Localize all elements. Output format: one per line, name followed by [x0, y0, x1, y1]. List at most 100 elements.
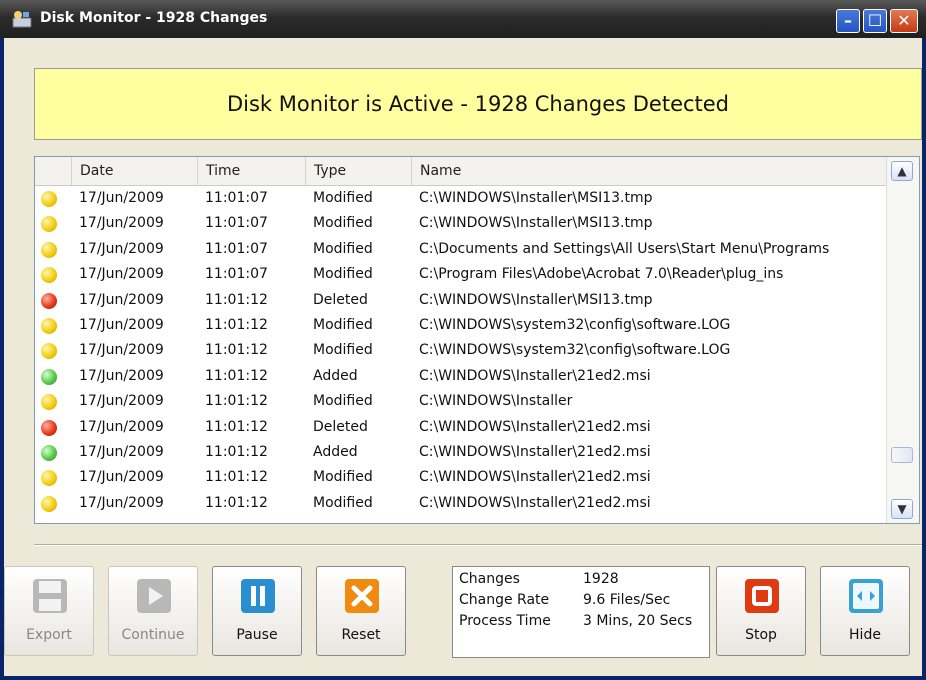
- cell-type: Modified: [313, 240, 373, 257]
- stat-time-value: 3 Mins, 20 Secs: [583, 613, 693, 629]
- cell-date: 17/Jun/2009: [79, 342, 164, 359]
- stat-changes-value: 1928: [583, 571, 619, 587]
- cell-type: Modified: [313, 494, 373, 511]
- cell-time: 11:01:07: [205, 215, 268, 232]
- modified-status-icon: [41, 191, 57, 207]
- cell-time: 11:01:12: [205, 342, 268, 359]
- reset-button[interactable]: Reset: [316, 566, 406, 656]
- cell-time: 11:01:12: [205, 393, 268, 410]
- list-rows: 17/Jun/2009 11:01:07 Modified C:\WINDOWS\In…: [35, 186, 887, 516]
- cell-date: 17/Jun/2009: [79, 469, 164, 486]
- close-button[interactable]: ✕: [890, 9, 918, 33]
- separator: [34, 544, 922, 546]
- pause-button[interactable]: Pause: [212, 566, 302, 656]
- reset-x-icon: [345, 579, 379, 613]
- cell-name: C:\WINDOWS\Installer\21ed2.msi: [419, 443, 651, 460]
- cell-type: Modified: [313, 316, 373, 333]
- cell-date: 17/Jun/2009: [79, 291, 164, 308]
- scroll-thumb[interactable]: [891, 447, 913, 463]
- play-icon: [137, 579, 171, 613]
- export-label: Export: [26, 627, 72, 643]
- cell-name: C:\Program Files\Adobe\Acrobat 7.0\Reade…: [419, 266, 784, 283]
- cell-name: C:\WINDOWS\Installer\MSI13.tmp: [419, 291, 653, 308]
- table-row[interactable]: 17/Jun/2009 11:01:07 Modified C:\WINDOWS\In…: [35, 186, 887, 211]
- stop-button[interactable]: Stop: [716, 566, 806, 656]
- table-row[interactable]: 17/Jun/2009 11:01:12 Added C:\WINDOWS\Insta…: [35, 440, 887, 465]
- modified-status-icon: [41, 216, 57, 233]
- scroll-up-button[interactable]: ▲: [891, 161, 913, 181]
- window-frame-right: [922, 38, 926, 680]
- stat-rate-label: Change Rate: [459, 592, 550, 608]
- table-row[interactable]: 17/Jun/2009 11:01:12 Modified C:\WINDOWS\sy…: [35, 338, 887, 363]
- stat-changes-label: Changes: [459, 571, 520, 587]
- close-icon: ✕: [897, 11, 911, 30]
- table-row[interactable]: 17/Jun/2009 11:01:07 Modified C:\Program Fi…: [35, 262, 887, 287]
- title-bar[interactable]: Disk Monitor - 1928 Changes – ☐ ✕: [0, 0, 926, 38]
- column-header-type[interactable]: Type: [305, 157, 411, 185]
- floppy-disk-icon: [33, 579, 67, 613]
- deleted-status-icon: [41, 292, 57, 309]
- scroll-down-button[interactable]: ▼: [891, 499, 913, 519]
- column-header-name[interactable]: Name: [411, 157, 887, 185]
- cell-type: Deleted: [313, 418, 368, 435]
- continue-button[interactable]: Continue: [108, 566, 198, 656]
- cell-date: 17/Jun/2009: [79, 215, 164, 232]
- modified-status-icon: [41, 317, 57, 334]
- cell-name: C:\WINDOWS\Installer\21ed2.msi: [419, 469, 651, 486]
- cell-time: 11:01:12: [205, 291, 268, 308]
- export-button[interactable]: Export: [4, 566, 94, 656]
- pause-icon: [241, 579, 275, 613]
- deleted-status-icon: [41, 419, 57, 436]
- cell-name: C:\WINDOWS\Installer\21ed2.msi: [419, 494, 651, 511]
- cell-date: 17/Jun/2009: [79, 367, 164, 384]
- maximize-button[interactable]: ☐: [863, 9, 887, 33]
- vertical-scrollbar[interactable]: ▲ ▼: [886, 157, 919, 523]
- modified-status-icon: [41, 495, 57, 512]
- client-area: Disk Monitor is Active - 1928 Changes De…: [4, 38, 922, 676]
- reset-label: Reset: [341, 627, 381, 643]
- table-row[interactable]: 17/Jun/2009 11:01:12 Deleted C:\WINDOWS\Ins…: [35, 288, 887, 313]
- cell-type: Modified: [313, 469, 373, 486]
- stat-time-label: Process Time: [459, 613, 551, 629]
- cell-type: Modified: [313, 393, 373, 410]
- continue-label: Continue: [121, 627, 185, 643]
- cell-date: 17/Jun/2009: [79, 393, 164, 410]
- added-status-icon: [41, 444, 57, 461]
- column-header-time[interactable]: Time: [197, 157, 305, 185]
- column-header-status[interactable]: [35, 157, 71, 185]
- window-title: Disk Monitor - 1928 Changes: [40, 10, 268, 26]
- cell-name: C:\WINDOWS\Installer\21ed2.msi: [419, 367, 651, 384]
- table-row[interactable]: 17/Jun/2009 11:01:07 Modified C:\WINDOWS\In…: [35, 211, 887, 236]
- stop-icon: [745, 579, 779, 613]
- table-row[interactable]: 17/Jun/2009 11:01:12 Modified C:\WINDOWS\In…: [35, 465, 887, 490]
- table-row[interactable]: 17/Jun/2009 11:01:12 Modified C:\WINDOWS\sy…: [35, 313, 887, 338]
- cell-type: Deleted: [313, 291, 368, 308]
- cell-name: C:\WINDOWS\Installer\MSI13.tmp: [419, 215, 653, 232]
- cell-name: C:\WINDOWS\system32\config\software.LOG: [419, 316, 731, 333]
- table-row[interactable]: 17/Jun/2009 11:01:07 Modified C:\Documents …: [35, 237, 887, 262]
- chevron-up-icon: ▲: [897, 164, 907, 178]
- minimize-button[interactable]: –: [836, 9, 860, 33]
- changes-list[interactable]: Date Time Type Name 17/Jun/2009 11:01:07 M…: [34, 156, 920, 524]
- cell-time: 11:01:12: [205, 469, 268, 486]
- cell-date: 17/Jun/2009: [79, 494, 164, 511]
- cell-name: C:\WINDOWS\Installer: [419, 393, 573, 410]
- table-row[interactable]: 17/Jun/2009 11:01:12 Modified C:\WINDOWS\In…: [35, 389, 887, 414]
- cell-time: 11:01:12: [205, 316, 268, 333]
- cell-time: 11:01:12: [205, 418, 268, 435]
- disk-monitor-window: Disk Monitor - 1928 Changes – ☐ ✕ Disk M…: [0, 0, 926, 680]
- cell-type: Modified: [313, 190, 373, 206]
- cell-time: 11:01:12: [205, 494, 268, 511]
- column-header-date[interactable]: Date: [71, 157, 197, 185]
- cell-name: C:\WINDOWS\system32\config\software.LOG: [419, 342, 731, 359]
- chevron-down-icon: ▼: [897, 502, 907, 516]
- modified-status-icon: [41, 267, 57, 284]
- table-row[interactable]: 17/Jun/2009 11:01:12 Added C:\WINDOWS\Insta…: [35, 364, 887, 389]
- cell-date: 17/Jun/2009: [79, 443, 164, 460]
- status-banner: Disk Monitor is Active - 1928 Changes De…: [34, 68, 922, 140]
- hide-button[interactable]: Hide: [820, 566, 910, 656]
- cell-time: 11:01:07: [205, 266, 268, 283]
- minimize-icon: –: [844, 11, 852, 30]
- table-row[interactable]: 17/Jun/2009 11:01:12 Deleted C:\WINDOWS\Ins…: [35, 415, 887, 440]
- table-row[interactable]: 17/Jun/2009 11:01:12 Modified C:\WINDOWS\In…: [35, 491, 887, 516]
